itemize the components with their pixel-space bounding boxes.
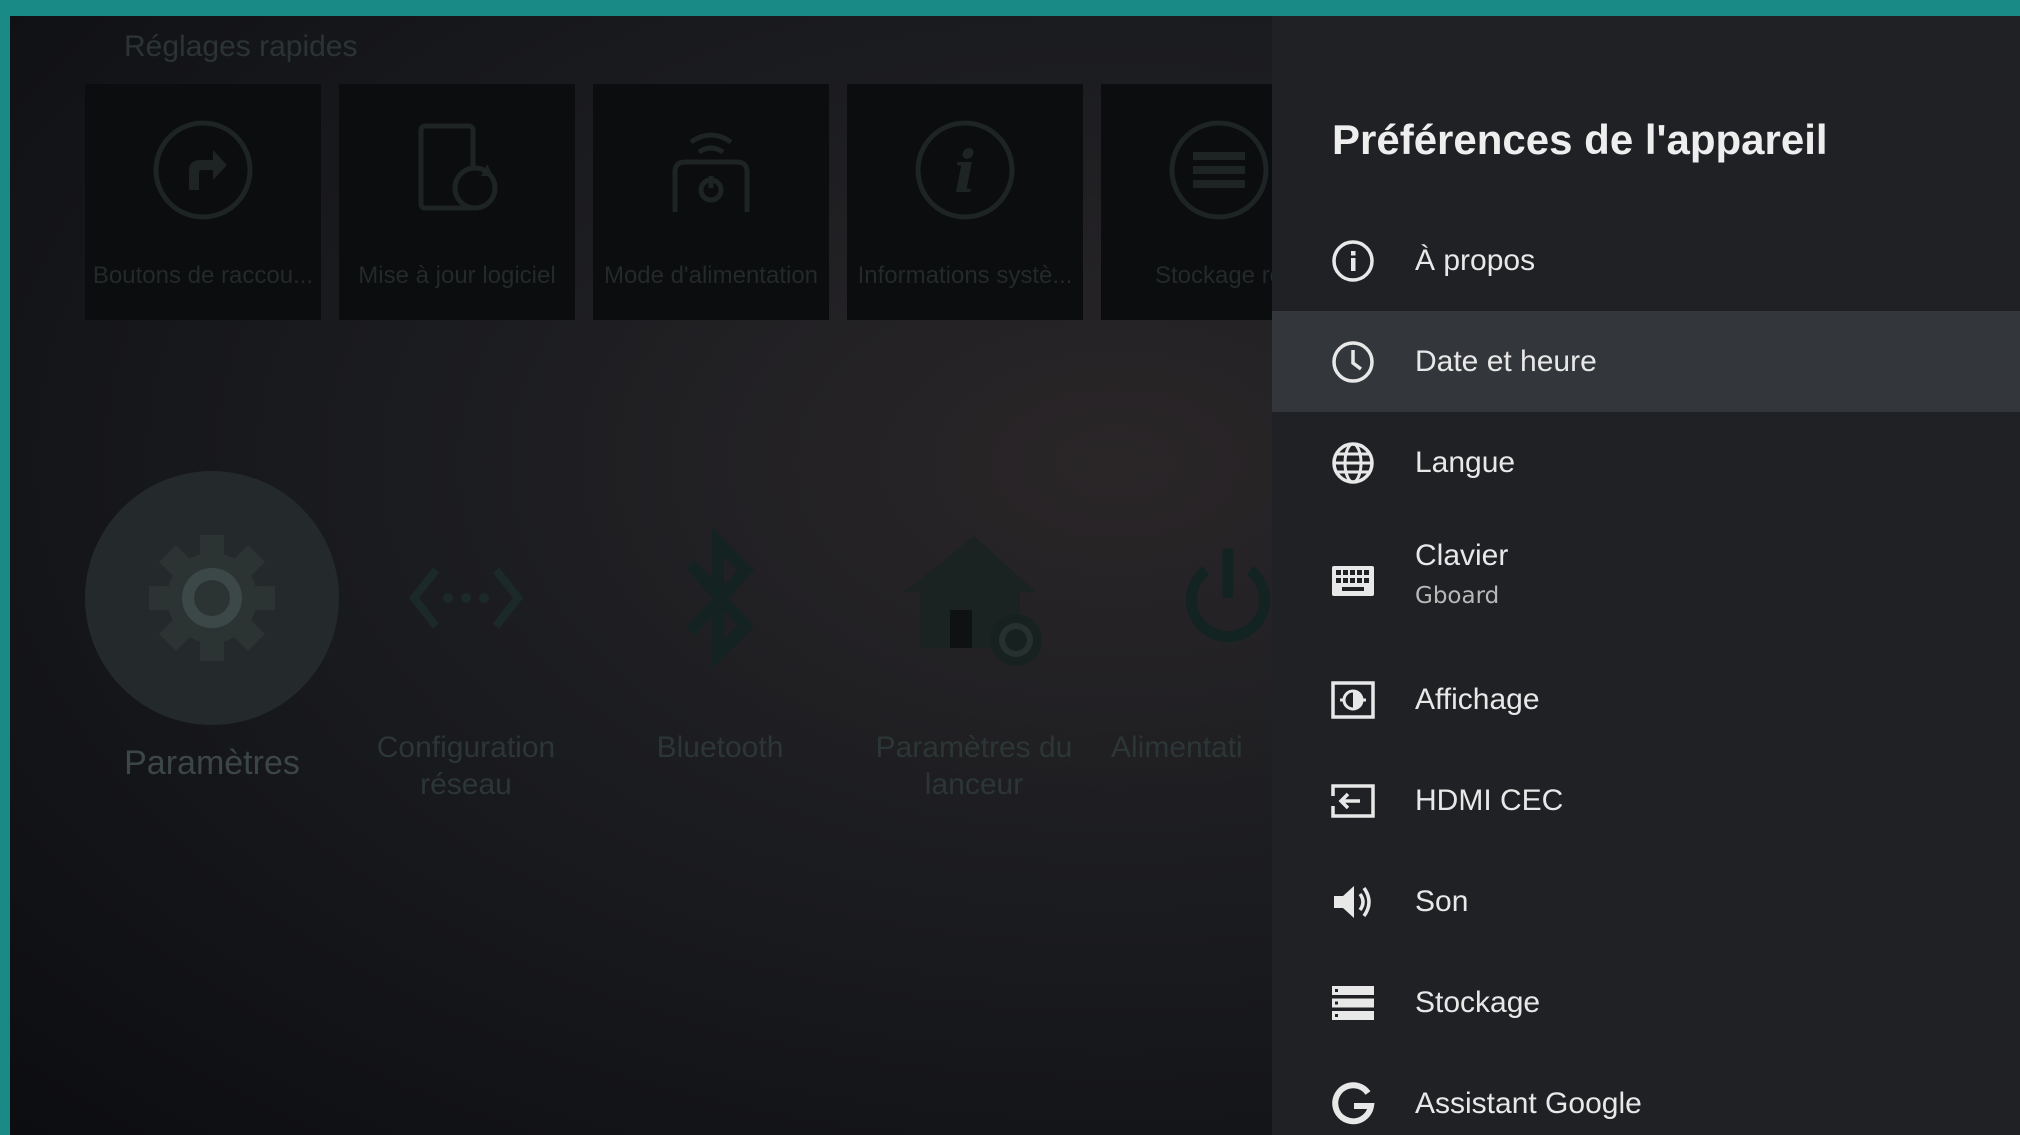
menu-item-label: Date et heure (1415, 344, 1597, 378)
shortcut-icon (153, 120, 253, 220)
quick-tile-label: Boutons de raccou... (92, 262, 314, 289)
gear-icon (149, 535, 275, 661)
globe-icon (1332, 441, 1374, 484)
app-launcher-settings[interactable]: Paramètres du lanceur (847, 471, 1101, 803)
clock-icon (1332, 340, 1374, 383)
app-settings[interactable]: Paramètres (85, 471, 339, 782)
quick-tile-shortcut-buttons[interactable]: Boutons de raccou... (85, 84, 321, 320)
power-icon (1185, 548, 1271, 642)
quick-tile-power-mode[interactable]: Mode d'alimentation (593, 84, 829, 320)
menu-item-sublabel: Gboard (1415, 583, 1500, 609)
menu-item-label: Clavier (1415, 539, 1509, 572)
menu-item-label: HDMI CEC (1415, 783, 1564, 817)
update-icon (418, 123, 498, 211)
info-circle-icon (1332, 239, 1374, 282)
display-icon (1331, 680, 1375, 719)
app-label: Paramètres (124, 744, 300, 782)
app-label: Paramètres du lanceur (875, 731, 1073, 801)
google-g-icon (1332, 1081, 1375, 1124)
menu-item-display[interactable]: Affichage (1272, 649, 2020, 750)
menu-item-hdmi-cec[interactable]: HDMI CEC (1272, 750, 2020, 851)
app-bluetooth[interactable]: Bluetooth (593, 471, 847, 766)
quick-settings-title: Réglages rapides (124, 30, 358, 63)
menu-item-date-time[interactable]: Date et heure (1272, 311, 2020, 412)
app-label: Bluetooth (656, 731, 784, 764)
menu-item-label: Stockage (1415, 985, 1541, 1019)
keyboard-icon (1332, 566, 1374, 596)
bluetooth-icon (685, 528, 755, 668)
tv-screen: Réglages rapides Boutons de raccou... Mi… (10, 16, 2020, 1135)
menu-item-language[interactable]: Langue (1272, 412, 2020, 513)
preferences-menu: À propos Date et heure Langue Clavier Gb… (1272, 210, 2020, 1135)
menu-item-label: Langue (1415, 445, 1516, 479)
menu-item-label: À propos (1415, 243, 1536, 277)
quick-settings-row: Boutons de raccou... Mise à jour logicie… (85, 84, 1337, 320)
panel-title: Préférences de l'appareil (1332, 116, 1828, 163)
launcher-settings-icon (904, 536, 1042, 666)
svg-text:i: i (954, 138, 976, 206)
menu-item-about[interactable]: À propos (1272, 210, 2020, 311)
menu-item-label: Assistant Google (1415, 1086, 1642, 1120)
quick-tile-label: Mise à jour logiciel (358, 262, 556, 289)
info-icon: i (915, 120, 1015, 220)
menu-item-sound[interactable]: Son (1272, 851, 2020, 952)
menu-item-keyboard[interactable]: Clavier Gboard (1272, 513, 2020, 649)
app-network-config[interactable]: Configuration réseau (339, 471, 593, 803)
speaker-icon (1334, 885, 1371, 918)
quick-tile-software-update[interactable]: Mise à jour logiciel (339, 84, 575, 320)
storage-list-icon (1332, 985, 1374, 1020)
menu-item-label: Affichage (1415, 682, 1540, 716)
device-preferences-panel: Préférences de l'appareil À propos Date … (1272, 16, 2020, 1135)
network-icon (408, 567, 524, 629)
quick-tile-label: Mode d'alimentation (603, 262, 819, 289)
app-label: Configuration réseau (376, 731, 556, 801)
menu-item-google-assistant[interactable]: Assistant Google (1272, 1053, 2020, 1135)
menu-item-label: Son (1415, 884, 1469, 918)
quick-tile-label: Informations systè... (857, 262, 1073, 289)
quick-tile-system-info[interactable]: i Informations systè... (847, 84, 1083, 320)
apps-row: Paramètres Configuration réseau Bluetoot… (75, 456, 1275, 816)
hdmi-input-icon (1331, 783, 1375, 818)
power-mode-icon (672, 132, 750, 212)
menu-item-storage[interactable]: Stockage (1272, 952, 2020, 1053)
storage-icon (1169, 120, 1269, 220)
